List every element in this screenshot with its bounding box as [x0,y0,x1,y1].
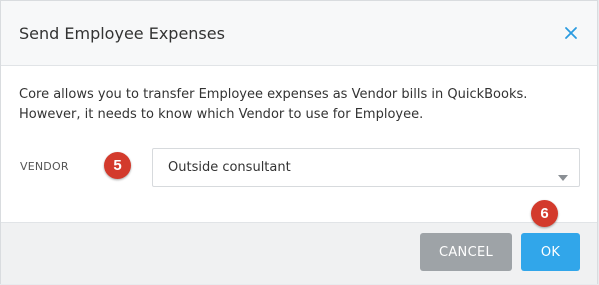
vendor-select-value: Outside consultant [168,160,291,175]
dialog-title: Send Employee Expenses [19,24,225,43]
step-6-badge: 6 [531,200,558,227]
description-line-2: However, it needs to know which Vendor t… [19,107,424,122]
step-5-badge: 5 [104,152,131,179]
vendor-select[interactable]: Outside consultant [152,148,580,187]
send-employee-expenses-dialog: Send Employee Expenses Core allows you t… [0,0,598,284]
vendor-label: VENDOR [20,160,69,173]
cancel-button[interactable]: CANCEL [420,233,512,271]
description-line-1: Core allows you to transfer Employee exp… [19,87,528,102]
dialog-description: Core allows you to transfer Employee exp… [19,85,579,125]
dialog-header: Send Employee Expenses [1,1,597,66]
close-icon[interactable] [563,25,579,41]
caret-down-icon [558,166,568,181]
ok-button[interactable]: OK [521,233,580,271]
